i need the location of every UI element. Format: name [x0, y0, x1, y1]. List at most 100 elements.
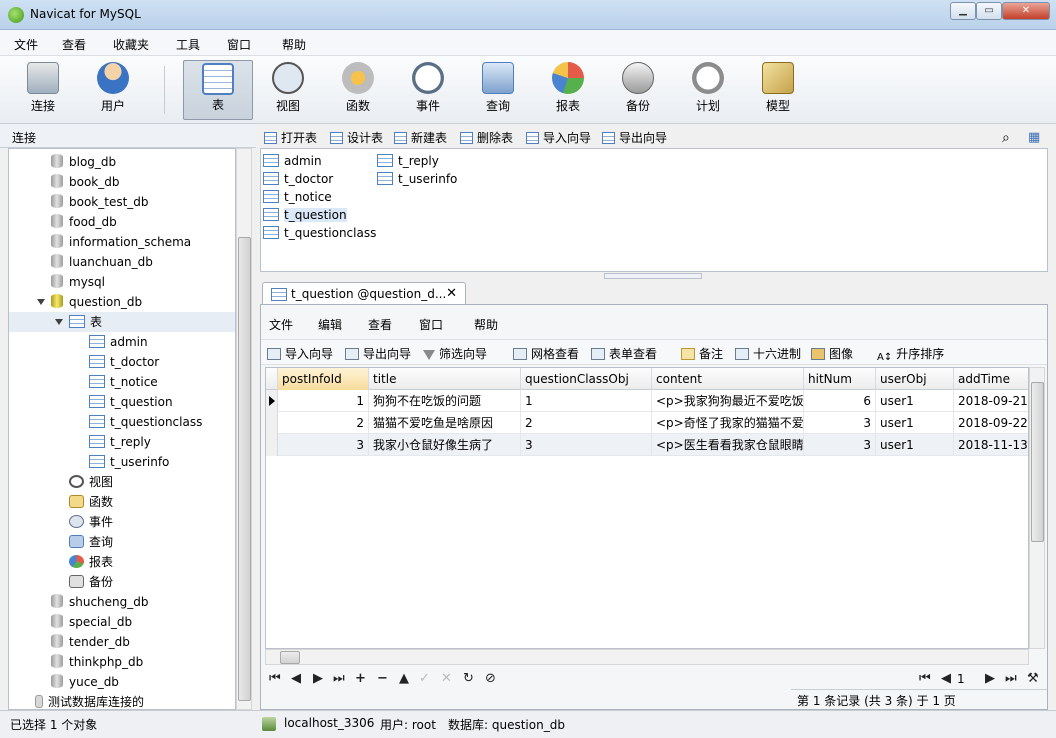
hex-button[interactable]: 十六进制 [735, 345, 801, 363]
search-icon[interactable]: ⌕ [1002, 129, 1010, 147]
object-item[interactable]: t_doctor [263, 170, 333, 188]
menu-help[interactable]: 帮助 [282, 36, 306, 53]
cell[interactable]: 1 [521, 390, 652, 412]
add-record-icon[interactable]: + [355, 671, 366, 686]
cell[interactable]: <p>奇怪了我家的猫猫不爱 [652, 412, 804, 434]
new-table-button[interactable]: 新建表 [394, 129, 447, 147]
open-table-button[interactable]: 打开表 [264, 129, 317, 147]
tree-db-item[interactable]: food_db [51, 212, 117, 232]
tree-backups-node[interactable]: 备份 [69, 572, 113, 592]
memo-button[interactable]: 备注 [681, 345, 723, 363]
form-view-button[interactable]: 表单查看 [591, 345, 657, 363]
maximize-button[interactable]: ▭ [976, 2, 1002, 20]
toolbar-schedule-button[interactable]: 计划 [673, 60, 743, 120]
cell[interactable]: 2 [521, 412, 652, 434]
scroll-thumb[interactable] [280, 651, 300, 664]
cell[interactable]: 6 [804, 390, 876, 412]
cell[interactable]: user1 [876, 390, 954, 412]
design-table-button[interactable]: 设计表 [330, 129, 383, 147]
menu-tools[interactable]: 工具 [176, 36, 200, 53]
tree-table-item[interactable]: t_userinfo [89, 452, 169, 472]
column-header[interactable]: content [652, 368, 804, 390]
cell[interactable]: 2018-11-13 1 [954, 434, 1028, 456]
tree-views-node[interactable]: 视图 [69, 472, 113, 492]
tree-db-item[interactable]: tender_db [51, 632, 130, 652]
toolbar-user-button[interactable]: 用户 [78, 60, 148, 120]
cell[interactable]: 2018-09-22 1 [954, 412, 1028, 434]
editor-menu-window[interactable]: 窗口 [419, 316, 443, 333]
tab-t-question[interactable]: t_question @question_d... ✕ [262, 282, 466, 306]
export-wizard-button[interactable]: 导出向导 [602, 129, 667, 147]
close-button[interactable]: ✕ [1002, 2, 1050, 20]
next-record-icon[interactable]: ▶ [313, 671, 323, 686]
menu-window[interactable]: 窗口 [227, 36, 251, 53]
scroll-thumb[interactable] [1031, 382, 1044, 542]
cell[interactable]: 狗狗不在吃饭的问题 [369, 390, 521, 412]
table-row[interactable]: 2 猫猫不爱吃鱼是啥原因 2 <p>奇怪了我家的猫猫不爱 3 user1 201… [266, 412, 1028, 434]
column-header[interactable]: postInfoId [278, 368, 369, 390]
tree-db-item[interactable]: thinkphp_db [51, 652, 143, 672]
cell[interactable]: user1 [876, 412, 954, 434]
grid-vertical-scrollbar[interactable] [1029, 367, 1045, 649]
editor-menu-view[interactable]: 查看 [368, 316, 392, 333]
cell[interactable]: 3 [278, 434, 369, 456]
tree-db-item[interactable]: special_db [51, 612, 132, 632]
toolbar-query-button[interactable]: 查询 [463, 60, 533, 120]
import-wizard-button[interactable]: 导入向导 [526, 129, 591, 147]
tree-db-item[interactable]: shucheng_db [51, 592, 149, 612]
column-header[interactable]: questionClassObj [521, 368, 652, 390]
cell[interactable]: 2 [278, 412, 369, 434]
object-item[interactable]: t_questionclass [263, 224, 376, 242]
cell[interactable]: 3 [521, 434, 652, 456]
minimize-button[interactable]: ▁ [950, 2, 976, 20]
stop-icon[interactable]: ⊘ [485, 671, 496, 686]
tree-events-node[interactable]: 事件 [69, 512, 113, 532]
tree-functions-node[interactable]: 函数 [69, 492, 113, 512]
cell[interactable]: <p>我家狗狗最近不爱吃饭 [652, 390, 804, 412]
row-selector[interactable] [266, 434, 278, 456]
grid-horizontal-scrollbar[interactable] [265, 649, 1029, 665]
page-number-input[interactable]: 1 [957, 671, 977, 687]
page-settings-icon[interactable]: ⚒ [1027, 671, 1039, 686]
expand-triangle-icon[interactable] [55, 319, 63, 325]
toolbar-backup-button[interactable]: 备份 [603, 60, 673, 120]
cell[interactable]: 3 [804, 412, 876, 434]
tree-table-item[interactable]: t_doctor [89, 352, 159, 372]
cell[interactable]: user1 [876, 434, 954, 456]
tree-db-item[interactable]: luanchuan_db [51, 252, 153, 272]
first-record-icon[interactable]: ⏮ [269, 671, 281, 686]
editor-menu-edit[interactable]: 编辑 [318, 316, 342, 333]
editor-menu-help[interactable]: 帮助 [474, 316, 498, 333]
grid-view-button[interactable]: 网格查看 [513, 345, 579, 363]
image-button[interactable]: 图像 [811, 345, 853, 363]
tree-table-item[interactable]: t_question [89, 392, 173, 412]
table-row[interactable]: 3 我家小仓鼠好像生病了 3 <p>医生看看我家仓鼠眼睛 3 user1 201… [266, 434, 1028, 456]
scroll-thumb[interactable] [238, 237, 251, 701]
toolbar-model-button[interactable]: 模型 [743, 60, 813, 120]
object-item[interactable]: t_notice [263, 188, 332, 206]
column-header[interactable]: hitNum [804, 368, 876, 390]
tree-connection-item[interactable]: 测试数据库连接的 [35, 692, 144, 709]
cell[interactable]: 3 [804, 434, 876, 456]
object-item[interactable]: t_reply [377, 152, 439, 170]
import-wizard-button[interactable]: 导入向导 [267, 345, 333, 363]
column-header[interactable]: title [369, 368, 521, 390]
tree-db-item-open[interactable]: question_db [37, 292, 142, 312]
tree-db-item[interactable]: blog_db [51, 152, 116, 172]
cell[interactable]: 猫猫不爱吃鱼是啥原因 [369, 412, 521, 434]
cell[interactable]: 2018-09-21 1 [954, 390, 1028, 412]
menu-view[interactable]: 查看 [62, 36, 86, 53]
object-item-selected[interactable]: t_question [263, 206, 347, 224]
row-selector[interactable] [266, 412, 278, 434]
tree-db-item[interactable]: mysql [51, 272, 105, 292]
column-header[interactable]: userObj [876, 368, 954, 390]
cell[interactable]: 我家小仓鼠好像生病了 [369, 434, 521, 456]
object-item[interactable]: admin [263, 152, 322, 170]
cell[interactable]: <p>医生看看我家仓鼠眼睛 [652, 434, 804, 456]
toolbar-event-button[interactable]: 事件 [393, 60, 463, 120]
filter-wizard-button[interactable]: 筛选向导 [423, 345, 487, 363]
tree-queries-node[interactable]: 查询 [69, 532, 113, 552]
toolbar-table-button[interactable]: 表 [183, 60, 253, 120]
expand-triangle-icon[interactable] [37, 299, 45, 305]
tree-tables-node[interactable]: 表 [9, 312, 235, 332]
